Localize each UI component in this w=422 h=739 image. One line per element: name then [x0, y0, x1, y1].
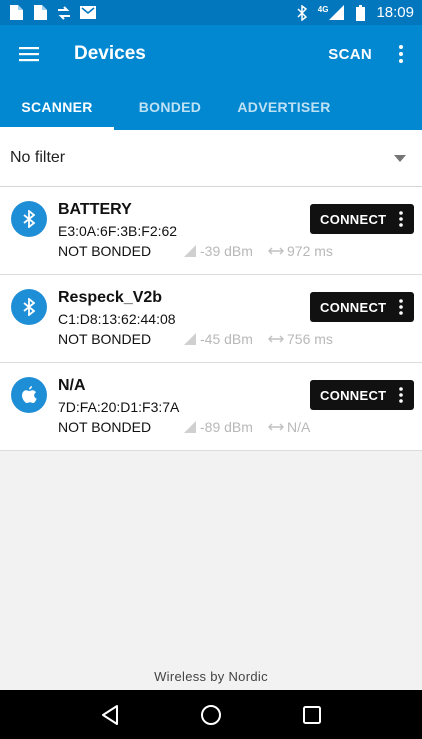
interval-value: 972 ms	[287, 243, 333, 259]
file-icon	[8, 5, 24, 21]
device-address: 7D:FA:20:D1:F3:7A	[58, 399, 180, 415]
signal-icon	[184, 245, 196, 257]
footer-text: Wireless by Nordic	[154, 669, 268, 684]
recents-icon[interactable]	[292, 695, 332, 735]
tab-bar: SCANNER BONDED ADVERTISER	[0, 83, 422, 130]
mail-icon	[80, 5, 96, 21]
system-nav-bar	[0, 690, 422, 739]
tab-scanner[interactable]: SCANNER	[0, 83, 114, 130]
more-options-icon[interactable]	[386, 25, 416, 83]
rssi-value: -45 dBm	[200, 331, 253, 347]
device-row[interactable]: BATTERY E3:0A:6F:3B:F2:62 NOT BONDED -39…	[0, 187, 422, 275]
connect-button[interactable]: CONNECT	[310, 292, 414, 322]
interval-readout: 756 ms	[268, 331, 333, 347]
file-icon	[32, 5, 48, 21]
connect-button[interactable]: CONNECT	[310, 380, 414, 410]
interval-icon	[268, 247, 284, 255]
interval-icon	[268, 423, 284, 431]
rssi-readout: -45 dBm	[184, 331, 253, 347]
rssi-readout: -89 dBm	[184, 419, 253, 435]
more-options-icon[interactable]	[388, 204, 414, 234]
device-address: C1:D8:13:62:44:08	[58, 311, 176, 327]
interval-readout: 972 ms	[268, 243, 333, 259]
more-options-icon[interactable]	[388, 380, 414, 410]
clock: 18:09	[376, 4, 414, 21]
signal-icon	[184, 421, 196, 433]
bluetooth-icon	[11, 289, 47, 325]
more-options-icon[interactable]	[388, 292, 414, 322]
bond-state: NOT BONDED	[58, 419, 152, 435]
tab-bonded[interactable]: BONDED	[114, 83, 226, 130]
rssi-value: -89 dBm	[200, 419, 253, 435]
connect-label: CONNECT	[320, 299, 387, 315]
bluetooth-icon	[294, 4, 310, 21]
network-label: 4G	[317, 4, 329, 14]
connect-label: CONNECT	[320, 387, 387, 403]
back-icon[interactable]	[90, 695, 130, 735]
filter-dropdown[interactable]: No filter	[0, 130, 422, 187]
apple-icon	[11, 377, 47, 413]
interval-icon	[268, 335, 284, 343]
app-bar: Devices SCAN	[0, 25, 422, 83]
rssi-readout: -39 dBm	[184, 243, 253, 259]
bond-state: NOT BONDED	[58, 243, 152, 259]
device-row[interactable]: Respeck_V2b C1:D8:13:62:44:08 NOT BONDED…	[0, 275, 422, 363]
device-name: Respeck_V2b	[58, 289, 163, 306]
swap-icon	[56, 5, 72, 21]
filter-label: No filter	[10, 149, 66, 166]
interval-value: 756 ms	[287, 331, 333, 347]
device-name: N/A	[58, 377, 86, 394]
home-icon[interactable]	[191, 695, 231, 735]
interval-value: N/A	[287, 419, 311, 435]
connect-button[interactable]: CONNECT	[310, 204, 414, 234]
bond-state: NOT BONDED	[58, 331, 152, 347]
rssi-value: -39 dBm	[200, 243, 253, 259]
bluetooth-icon	[11, 201, 47, 237]
connect-label: CONNECT	[320, 211, 387, 227]
battery-icon	[352, 4, 368, 21]
device-list: BATTERY E3:0A:6F:3B:F2:62 NOT BONDED -39…	[0, 187, 422, 451]
tab-advertiser[interactable]: ADVERTISER	[226, 83, 342, 130]
page-title: Devices	[74, 43, 146, 64]
signal-icon	[328, 5, 344, 21]
signal-icon	[184, 333, 196, 345]
menu-icon[interactable]	[0, 25, 58, 83]
status-bar: 4G 18:09	[0, 0, 422, 25]
scan-button[interactable]: SCAN	[314, 46, 386, 63]
device-row[interactable]: N/A 7D:FA:20:D1:F3:7A NOT BONDED -89 dBm…	[0, 363, 422, 451]
interval-readout: N/A	[268, 419, 310, 435]
device-address: E3:0A:6F:3B:F2:62	[58, 223, 178, 239]
chevron-down-icon	[388, 146, 412, 170]
device-name: BATTERY	[58, 201, 132, 218]
